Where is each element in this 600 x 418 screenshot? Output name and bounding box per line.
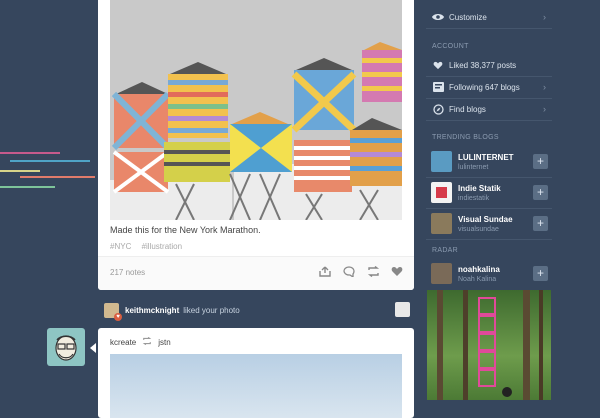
reblog-icon [142,336,152,347]
blog-url: lulinternet [458,164,489,171]
follow-button[interactable]: + [533,154,548,169]
avatar[interactable] [47,328,85,366]
blog-name[interactable]: LULINTERNET [458,153,514,162]
post-author[interactable]: kcreate [110,338,136,347]
trending-blog-row[interactable]: Visual Sundae visualsundae + [426,209,552,240]
heart-icon: ♥ [114,312,122,321]
share-icon[interactable] [318,264,332,278]
sidebar-item-find-blogs[interactable]: Find blogs › [426,98,552,121]
section-header: RADAR [432,247,459,254]
post-card: kcreate jstn [98,328,414,418]
reblog-icon[interactable] [366,264,380,278]
post-footer: 217 notes [98,256,414,290]
avatar[interactable] [431,182,452,203]
post-header: kcreate jstn [110,336,171,347]
heart-icon [432,59,444,71]
sidebar-item-label: Liked 38,377 posts [449,60,517,70]
glitch-streak [0,170,40,172]
radar-image[interactable] [427,290,551,400]
activity-user[interactable]: keithmcknight [125,306,179,315]
avatar[interactable] [431,263,452,284]
avatar-pointer [90,343,96,353]
glitch-streak [0,152,60,154]
blog-url: Noah Kalina [458,276,497,283]
avatar[interactable] [431,151,452,172]
tag-link[interactable]: #NYC [110,242,131,251]
blog-name[interactable]: Visual Sundae [458,215,513,224]
chevron-right-icon: › [543,12,546,22]
avatar[interactable]: ♥ [104,302,122,321]
trending-blog-row[interactable]: LULINTERNET lulinternet + [426,147,552,178]
post-tags: #NYC #illustration [110,242,190,251]
eye-icon [432,11,444,23]
sidebar-item-label: Following 647 blogs [449,82,520,92]
glitch-streak [20,176,95,178]
sidebar-item-label: Customize [449,12,487,22]
follow-button[interactable]: + [533,216,548,231]
post-thumbnail[interactable] [395,302,410,317]
heart-icon[interactable] [390,264,404,278]
blog-url: indiestatik [458,195,490,202]
post-card: Made this for the New York Marathon. #NY… [98,0,414,290]
following-icon [432,81,444,93]
post-image[interactable] [110,0,402,220]
reply-icon[interactable] [342,264,356,278]
chevron-right-icon: › [543,82,546,92]
radar-blog-row[interactable]: noahkalina Noah Kalina + [426,259,552,289]
section-header: ACCOUNT [432,43,469,50]
section-header: TRENDING BLOGS [432,134,499,141]
sidebar-item-customize[interactable]: Customize › [426,6,552,29]
tag-link[interactable]: #illustration [142,242,182,251]
sidebar-item-following[interactable]: Following 647 blogs › [426,76,552,99]
compass-icon [432,103,444,115]
blog-name[interactable]: Indie Statik [458,184,501,193]
follow-button[interactable]: + [533,266,548,281]
glitch-streak [0,186,55,188]
post-actions [318,264,404,278]
activity-text: liked your photo [183,305,240,315]
sidebar-item-liked[interactable]: Liked 38,377 posts [426,54,552,77]
blog-name[interactable]: noahkalina [458,265,500,274]
follow-button[interactable]: + [533,185,548,200]
activity-notice: ♥ keithmcknight liked your photo [104,300,410,321]
trending-blog-row[interactable]: Indie Statik indiestatik + [426,178,552,209]
glitch-streak [10,160,90,162]
post-caption: Made this for the New York Marathon. [110,225,261,235]
blog-url: visualsundae [458,226,499,233]
post-image[interactable] [110,354,402,418]
notes-count[interactable]: 217 notes [110,268,145,277]
sidebar-item-label: Find blogs [449,104,486,114]
reblogged-from[interactable]: jstn [158,338,170,347]
avatar[interactable] [431,213,452,234]
chevron-right-icon: › [543,104,546,114]
